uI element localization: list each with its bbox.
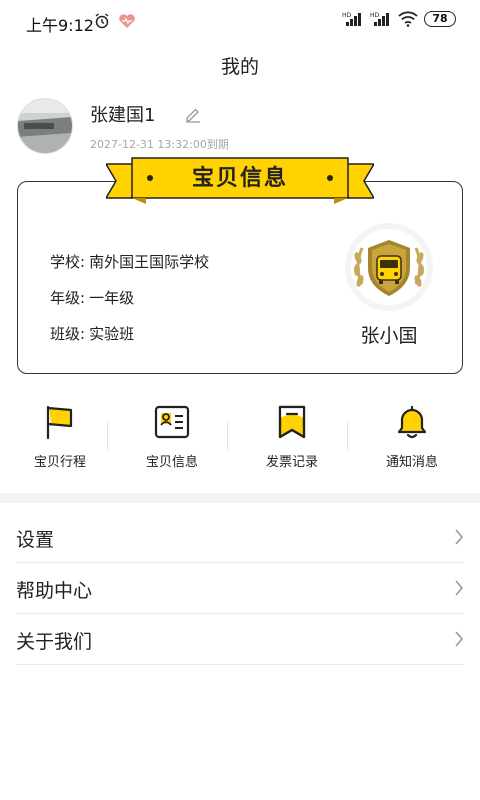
class-value: 实验班 [89,325,135,343]
menu-item-label: 帮助中心 [16,580,93,602]
menu-item-label: 设置 [16,529,55,551]
shortcut-notifications[interactable]: 通知消息 [352,404,472,474]
school-value: 南外国王国际学校 [89,253,210,271]
flag-icon [46,405,73,440]
bell-icon [397,405,427,439]
page-title: 我的 [220,56,259,78]
hd-signal-icon: HD [342,12,361,26]
id-card-icon [154,405,190,439]
shortcut-baby-trip[interactable]: 宝贝行程 [0,404,120,474]
chevron-right-icon [455,631,464,647]
shortcut-invoice-records[interactable]: 发票记录 [232,404,352,474]
divider [107,421,108,451]
grade-label: 年级: [50,289,86,307]
svg-text:HD: HD [342,12,352,19]
edit-pencil-icon[interactable] [184,105,202,123]
avatar[interactable] [18,99,72,153]
menu-item-about-us[interactable]: 关于我们 [16,615,464,665]
school-label: 学校: [50,253,86,271]
divider [347,421,348,451]
chevron-right-icon [455,529,464,545]
menu-item-settings[interactable]: 设置 [16,513,464,563]
child-name: 张小国 [360,325,418,347]
membership-expire-date: 2027-12-31 13:32:00到期 [90,138,229,151]
card-title: 宝贝信息 [191,166,288,191]
status-time: 上午9:12 [26,16,94,35]
wifi-icon [398,11,418,27]
class-info: 班级: 实验班 [50,323,134,344]
user-name: 张建国1 [90,105,156,126]
school-info: 学校: 南外国王国际学校 [50,251,209,272]
health-heart-icon [119,14,135,28]
school-bus-badge-icon [345,223,433,311]
shortcut-label: 通知消息 [385,455,438,470]
status-bar: 上午9:12 HD HD 78 [0,0,480,44]
menu-item-label: 关于我们 [16,631,93,653]
shortcut-label: 发票记录 [265,455,318,470]
shortcut-baby-info[interactable]: 宝贝信息 [112,404,232,474]
shortcut-label: 宝贝行程 [33,455,86,470]
hd-signal-icon: HD [370,12,389,26]
invoice-bookmark-icon [278,405,306,439]
chevron-right-icon [455,580,464,596]
shortcut-label: 宝贝信息 [145,455,198,470]
grade-info: 年级: 一年级 [50,287,134,308]
menu-item-help-center[interactable]: 帮助中心 [16,564,464,614]
svg-text:HD: HD [370,12,380,19]
class-label: 班级: [50,325,86,343]
battery-icon: 78 [424,11,456,27]
alarm-icon [95,13,109,29]
grade-value: 一年级 [89,289,135,307]
divider [227,421,228,451]
section-divider [0,493,480,503]
